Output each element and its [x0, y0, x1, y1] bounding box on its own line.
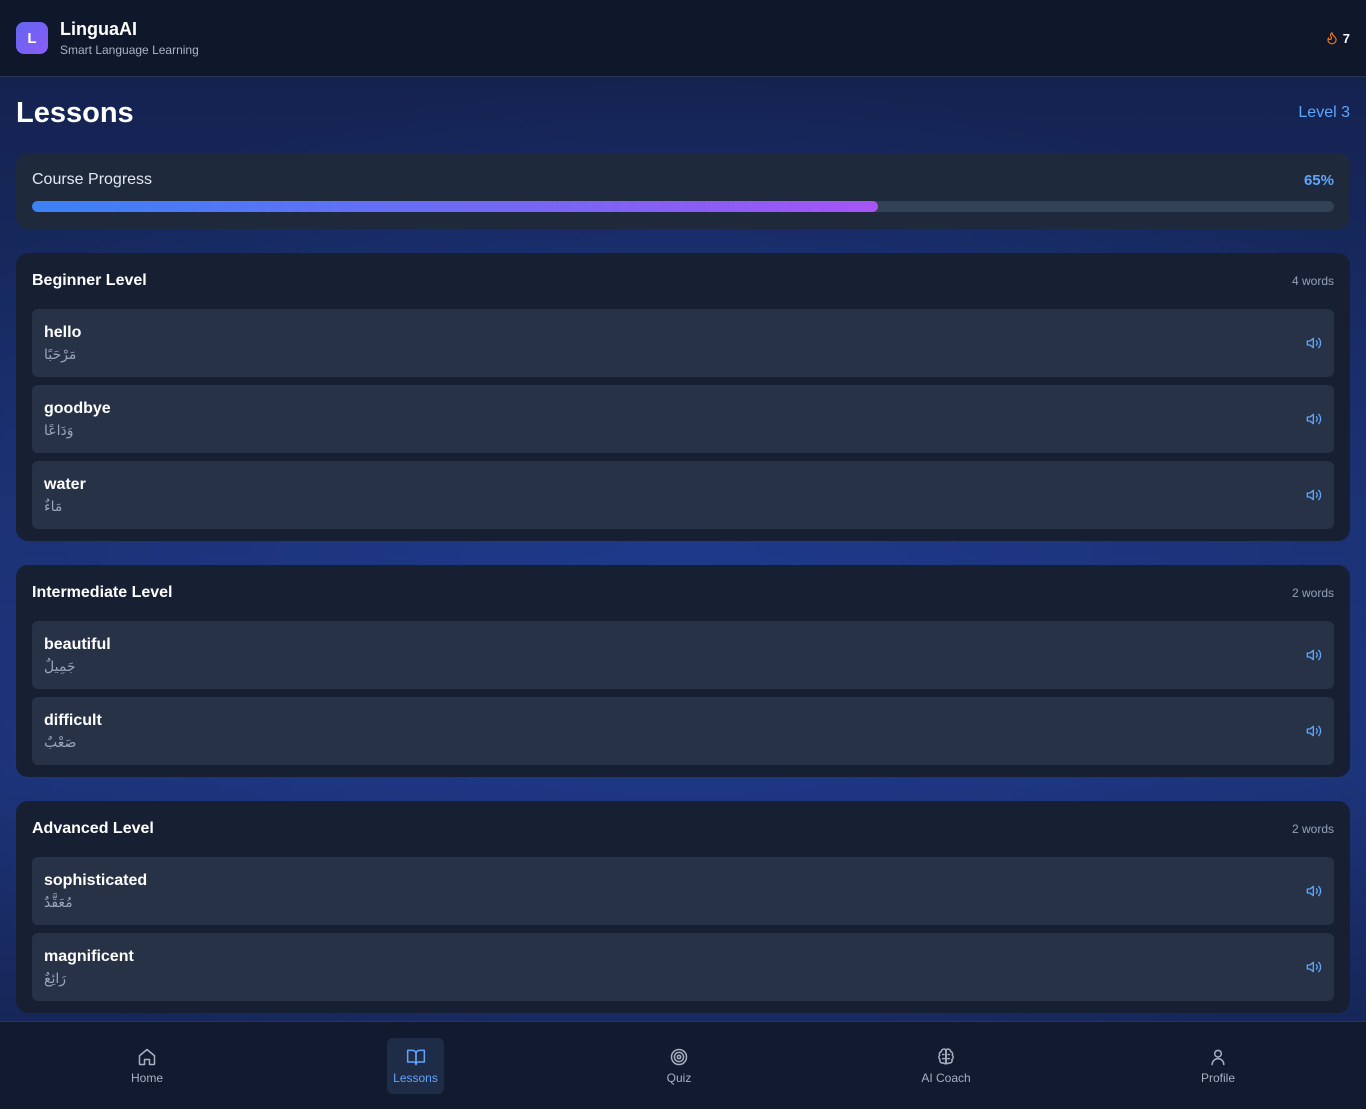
progress-fill: [32, 201, 879, 212]
word-card-water[interactable]: water مَاءٌ: [32, 461, 1334, 529]
speaker-icon[interactable]: [1306, 723, 1322, 739]
word-arabic: مُعَقَّدٌ: [44, 894, 73, 910]
streak-counter[interactable]: 7: [1325, 31, 1350, 46]
book-icon: [406, 1049, 425, 1066]
level-badge: Level 3: [1298, 104, 1350, 121]
word-english: sophisticated: [44, 872, 148, 889]
progress-track: [32, 201, 1334, 212]
word-arabic: جَمِيلٌ: [44, 658, 76, 674]
nav-profile[interactable]: Profile: [1183, 1038, 1253, 1094]
brand: LinguaAI Smart Language Learning: [60, 19, 199, 57]
page-title-row: Lessons Level 3: [16, 95, 1350, 131]
speaker-icon[interactable]: [1306, 959, 1322, 975]
word-arabic: صَعْبٌ: [44, 734, 77, 750]
word-english: hello: [44, 324, 82, 341]
word-arabic: مَاءٌ: [44, 498, 63, 514]
target-icon: [670, 1048, 688, 1066]
streak-count: 7: [1342, 30, 1350, 46]
speaker-icon[interactable]: [1306, 411, 1322, 427]
speaker-icon[interactable]: [1306, 487, 1322, 503]
nav-label: Lessons: [393, 1071, 438, 1085]
word-english: water: [44, 476, 86, 493]
section-word-count: 2 words: [1291, 586, 1334, 600]
nav-label: Quiz: [666, 1071, 692, 1085]
progress-percent: 65%: [1303, 171, 1334, 189]
word-card-goodbye[interactable]: goodbye وَدَاعًا: [32, 385, 1334, 453]
bottom-nav: Home Lessons Quiz AI Coach Profile: [0, 1021, 1366, 1109]
user-icon: [1211, 1049, 1225, 1066]
word-arabic: مَرْحَبًا: [44, 346, 77, 362]
word-card-sophisticated[interactable]: sophisticated مُعَقَّدٌ: [32, 857, 1334, 925]
section-advanced: Advanced Level 2 words sophisticated مُع…: [16, 801, 1350, 1013]
word-english: goodbye: [44, 400, 111, 417]
section-title: Advanced Level: [32, 820, 154, 837]
nav-label: AI Coach: [921, 1071, 971, 1085]
word-card-hello[interactable]: hello مَرْحَبًا: [32, 309, 1334, 377]
word-card-difficult[interactable]: difficult صَعْبٌ: [32, 697, 1334, 765]
section-title: Intermediate Level: [32, 584, 173, 601]
nav-ai-coach[interactable]: AI Coach: [911, 1038, 981, 1094]
nav-label: Home: [130, 1071, 163, 1085]
word-card-beautiful[interactable]: beautiful جَمِيلٌ: [32, 621, 1334, 689]
speaker-icon[interactable]: [1306, 883, 1322, 899]
brain-icon: [938, 1048, 954, 1065]
section-word-count: 2 words: [1291, 822, 1334, 836]
section-title: Beginner Level: [32, 272, 147, 289]
app-header: L LinguaAI Smart Language Learning 7: [0, 0, 1366, 77]
word-arabic: وَدَاعًا: [44, 422, 74, 438]
home-icon: [138, 1048, 156, 1066]
nav-lessons[interactable]: Lessons: [387, 1038, 444, 1094]
app-logo[interactable]: L: [16, 22, 48, 54]
progress-label: Course Progress: [32, 171, 153, 188]
section-beginner: Beginner Level 4 words hello مَرْحَبًا g…: [16, 253, 1350, 541]
nav-quiz[interactable]: Quiz: [644, 1038, 714, 1094]
page-title: Lessons: [16, 96, 134, 129]
word-english: difficult: [44, 712, 102, 729]
app-name: LinguaAI: [60, 19, 137, 39]
speaker-icon[interactable]: [1306, 335, 1322, 351]
nav-home[interactable]: Home: [112, 1038, 182, 1094]
app-subtitle: Smart Language Learning: [60, 43, 199, 57]
course-progress-card: Course Progress 65%: [16, 153, 1350, 229]
word-english: magnificent: [44, 948, 134, 965]
word-arabic: رَائِعٌ: [44, 970, 66, 986]
flame-icon: [1327, 32, 1337, 45]
word-card-magnificent[interactable]: magnificent رَائِعٌ: [32, 933, 1334, 1001]
section-word-count: 4 words: [1291, 274, 1334, 288]
section-intermediate: Intermediate Level 2 words beautiful جَم…: [16, 565, 1350, 777]
speaker-icon[interactable]: [1306, 647, 1322, 663]
word-english: beautiful: [44, 636, 111, 653]
nav-label: Profile: [1200, 1071, 1235, 1085]
